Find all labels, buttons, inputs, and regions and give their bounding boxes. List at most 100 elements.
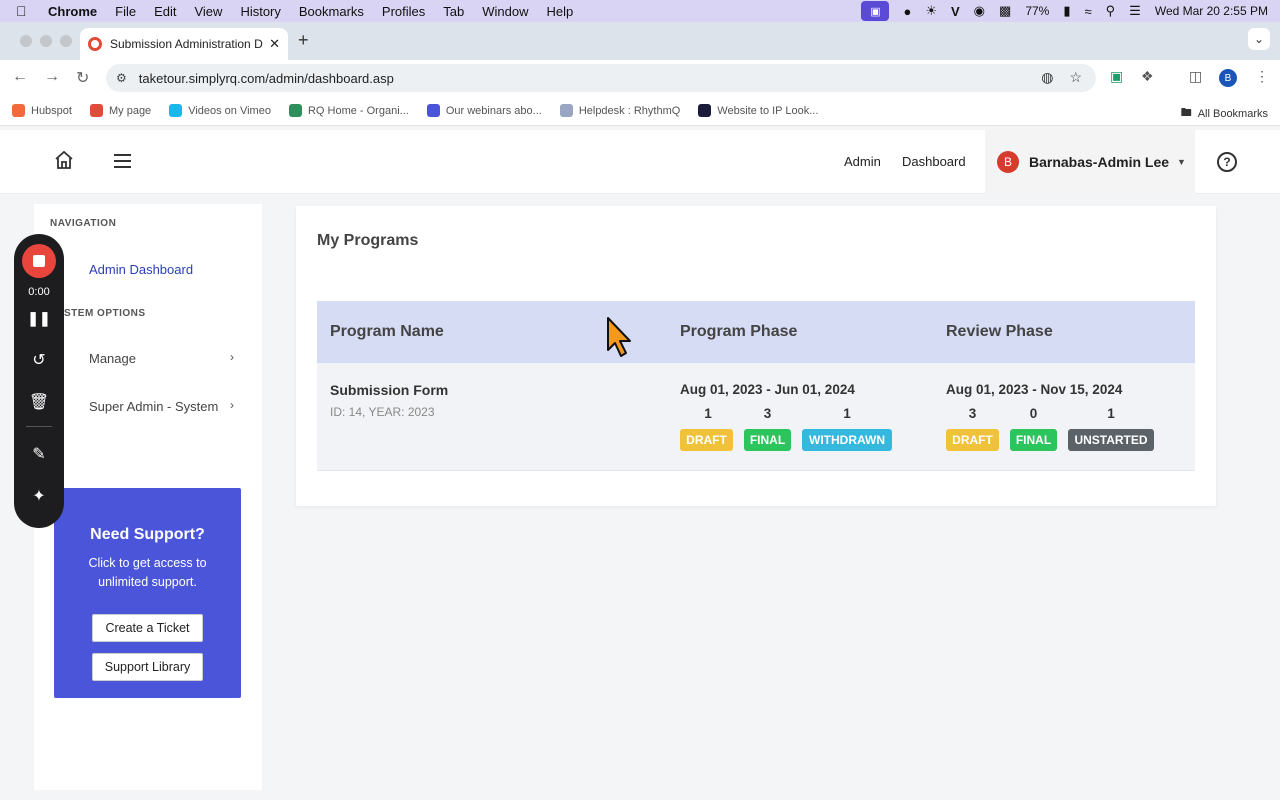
puzzle-icon[interactable]: ❖ bbox=[1141, 68, 1154, 85]
sidebar-item-manage[interactable]: Manage bbox=[89, 351, 136, 366]
rq-home-icon bbox=[288, 104, 302, 117]
grammarly-icon[interactable]: ◉ bbox=[974, 3, 985, 19]
menu-file[interactable]: File bbox=[115, 4, 136, 19]
webinar-icon bbox=[426, 104, 440, 117]
menu-help[interactable]: Help bbox=[547, 4, 574, 19]
browser-tab[interactable]: Submission Administration Da ✕ bbox=[80, 28, 288, 60]
sidebar-item-admin-dashboard[interactable]: Admin Dashboard bbox=[89, 262, 193, 277]
macos-menubar:  Chrome File Edit View History Bookmark… bbox=[0, 0, 1280, 22]
site-info-icon[interactable]: ⚙ bbox=[116, 71, 127, 85]
chevron-down-icon: ▼ bbox=[1177, 157, 1186, 167]
eye-slash-icon[interactable]: ◍ bbox=[1041, 69, 1053, 86]
withdrawn-badge[interactable]: WITHDRAWN bbox=[802, 429, 892, 451]
restart-icon[interactable]: ↺ bbox=[14, 350, 64, 370]
sun-icon[interactable]: ☀ bbox=[925, 3, 937, 19]
menu-profiles[interactable]: Profiles bbox=[382, 4, 425, 19]
unstarted-badge[interactable]: UNSTARTED bbox=[1068, 429, 1154, 451]
bookmark-star-icon[interactable]: ☆ bbox=[1069, 69, 1082, 86]
final-badge[interactable]: FINAL bbox=[1010, 429, 1057, 451]
control-center-icon[interactable]: ☰ bbox=[1129, 3, 1141, 19]
address-bar[interactable]: ⚙ taketour.simplyrq.com/admin/dashboard.… bbox=[106, 64, 1096, 92]
table-row[interactable]: Submission Form ID: 14, YEAR: 2023 Aug 0… bbox=[317, 363, 1195, 471]
header-link-admin[interactable]: Admin bbox=[844, 154, 881, 169]
screen-record-icon[interactable]: ▣ bbox=[861, 1, 890, 21]
pause-icon[interactable]: ❚❚ bbox=[14, 310, 64, 327]
window-controls bbox=[20, 35, 72, 47]
create-ticket-button[interactable]: Create a Ticket bbox=[92, 614, 203, 642]
apple-icon[interactable]:  bbox=[16, 3, 36, 19]
column-header-program-name: Program Name bbox=[330, 323, 444, 340]
program-withdrawn-count: 1 bbox=[843, 406, 851, 421]
support-library-button[interactable]: Support Library bbox=[91, 653, 204, 681]
bookmark-item[interactable]: Helpdesk : RhythmQ bbox=[559, 104, 680, 117]
support-description: Click to get access to unlimited support… bbox=[88, 556, 207, 589]
bookmark-item[interactable]: Website to IP Look... bbox=[698, 104, 818, 117]
more-menu-icon[interactable]: ⋮ bbox=[1255, 68, 1269, 85]
vimeo-icon[interactable]: V bbox=[951, 4, 960, 19]
chevron-right-icon[interactable]: › bbox=[230, 398, 234, 412]
folder-icon: 🖿 bbox=[1180, 107, 1192, 119]
tab-title: Submission Administration Da bbox=[110, 37, 264, 51]
menu-app-chrome[interactable]: Chrome bbox=[48, 4, 97, 19]
user-menu[interactable]: B Barnabas-Admin Lee ▼ bbox=[985, 130, 1195, 194]
profile-avatar[interactable]: B bbox=[1219, 69, 1237, 87]
bookmark-item[interactable]: RQ Home - Organi... bbox=[288, 104, 409, 117]
close-tab-icon[interactable]: ✕ bbox=[269, 36, 280, 52]
menu-history[interactable]: History bbox=[240, 4, 280, 19]
review-phase-dates: Aug 01, 2023 - Nov 15, 2024 bbox=[946, 382, 1123, 397]
bookmark-item[interactable]: Our webinars abo... bbox=[426, 104, 542, 117]
bookmark-item[interactable]: Videos on Vimeo bbox=[169, 104, 271, 117]
extension-icon[interactable]: ▣ bbox=[1110, 68, 1123, 85]
minimize-window-button[interactable] bbox=[40, 35, 52, 47]
bookmark-item[interactable]: Hubspot bbox=[12, 104, 72, 117]
sidebar-item-super-admin[interactable]: Super Admin - System bbox=[89, 399, 218, 414]
hamburger-menu-icon[interactable] bbox=[114, 154, 131, 172]
new-tab-button[interactable]: + bbox=[298, 30, 309, 51]
tab-search-icon[interactable]: ⌄ bbox=[1248, 28, 1270, 50]
forward-arrow-icon[interactable]: → bbox=[44, 68, 60, 86]
menu-view[interactable]: View bbox=[194, 4, 222, 19]
close-window-button[interactable] bbox=[20, 35, 32, 47]
home-icon[interactable] bbox=[54, 150, 74, 170]
avatar: B bbox=[997, 151, 1019, 173]
bookmarks-bar: Hubspot My page Videos on Vimeo RQ Home … bbox=[0, 96, 1280, 126]
battery-percent: 77% bbox=[1025, 4, 1050, 18]
battery-icon[interactable]: ▮ bbox=[1063, 3, 1070, 19]
menu-edit[interactable]: Edit bbox=[154, 4, 176, 19]
search-icon[interactable]: ⚲ bbox=[1106, 3, 1116, 19]
draft-badge[interactable]: DRAFT bbox=[946, 429, 999, 451]
trash-icon[interactable]: 🗑 bbox=[14, 392, 64, 412]
globe-icon[interactable]: ● bbox=[903, 4, 911, 19]
side-panel-icon[interactable]: ◫ bbox=[1189, 68, 1202, 85]
my-programs-card: My Programs Program Name Program Phase R… bbox=[296, 206, 1216, 506]
pencil-icon[interactable]: ✎ bbox=[14, 444, 64, 464]
zoom-window-button[interactable] bbox=[60, 35, 72, 47]
reload-icon[interactable]: ↻ bbox=[76, 68, 89, 88]
all-bookmarks[interactable]: 🖿 All Bookmarks bbox=[1181, 104, 1268, 123]
stop-recording-button[interactable] bbox=[22, 244, 56, 278]
review-draft-count: 3 bbox=[968, 406, 977, 421]
address-bar-actions: ◍ ☆ bbox=[1041, 69, 1082, 86]
back-arrow-icon[interactable]: ← bbox=[12, 68, 28, 86]
header-link-dashboard[interactable]: Dashboard bbox=[902, 154, 966, 169]
effects-icon[interactable]: ✦ bbox=[14, 486, 64, 506]
review-unstarted-count: 1 bbox=[1107, 406, 1115, 421]
wifi-icon[interactable]: ≈ bbox=[1085, 4, 1092, 19]
program-draft-count: 1 bbox=[704, 406, 712, 421]
menu-tab[interactable]: Tab bbox=[443, 4, 464, 19]
vimeo-icon bbox=[169, 104, 183, 117]
help-icon[interactable]: ? bbox=[1217, 152, 1237, 172]
final-badge[interactable]: FINAL bbox=[744, 429, 791, 451]
draft-badge[interactable]: DRAFT bbox=[680, 429, 733, 451]
chevron-right-icon[interactable]: › bbox=[230, 350, 234, 364]
recording-timer: 0:00 bbox=[28, 286, 50, 298]
url-text[interactable]: taketour.simplyrq.com/admin/dashboard.as… bbox=[139, 71, 394, 86]
menu-bookmarks[interactable]: Bookmarks bbox=[299, 4, 364, 19]
nav-heading: NAVIGATION bbox=[50, 218, 117, 229]
menu-window[interactable]: Window bbox=[482, 4, 528, 19]
translate-icon[interactable]: ▩ bbox=[999, 3, 1011, 19]
program-name[interactable]: Submission Form bbox=[330, 382, 448, 398]
page-title: My Programs bbox=[317, 232, 419, 249]
bookmark-item[interactable]: My page bbox=[89, 104, 151, 117]
column-header-review-phase: Review Phase bbox=[946, 323, 1053, 340]
